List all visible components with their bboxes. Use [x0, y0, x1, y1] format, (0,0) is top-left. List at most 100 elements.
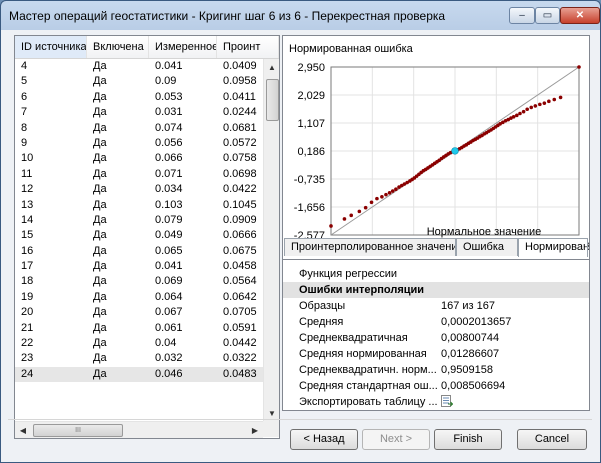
close-button[interactable]: ✕: [560, 7, 600, 24]
property-row-samples[interactable]: Образцы 167 из 167: [283, 298, 589, 314]
close-icon: ✕: [575, 10, 585, 21]
chart-tabs: Проинтерполированное значение Ошибка Нор…: [282, 238, 588, 257]
table-row[interactable]: 15 Да 0.049 0.0666: [15, 228, 263, 243]
tab-predicted[interactable]: Проинтерполированное значение: [284, 238, 456, 256]
table-cell: 0.041: [155, 60, 183, 72]
property-label: Среднеквадратичная: [299, 332, 408, 344]
export-table-icon[interactable]: [441, 395, 453, 408]
table-cell: 0.065: [155, 244, 183, 257]
property-label-export: Экспортировать таблицу ...: [299, 396, 438, 408]
table-row[interactable]: 9 Да 0.056 0.0572: [15, 136, 263, 151]
property-value: 0,008506694: [441, 380, 506, 392]
maximize-button[interactable]: ▭: [535, 7, 560, 24]
table-cell: 0.0698: [223, 167, 257, 180]
vertical-scrollbar[interactable]: ▲ ▼: [263, 59, 279, 421]
table-row[interactable]: 18 Да 0.069 0.0564: [15, 274, 263, 289]
scroll-up-icon[interactable]: ▲: [264, 59, 279, 75]
data-point: [369, 200, 374, 205]
table-cell: 0.031: [155, 106, 183, 119]
table-cell: 18: [21, 275, 34, 288]
table-cell: 15: [21, 229, 34, 242]
title-bar[interactable]: Мастер операций геостатистики - Кригинг …: [1, 1, 600, 30]
table-row[interactable]: 11 Да 0.071 0.0698: [15, 167, 263, 182]
table-row[interactable]: 7 Да 0.031 0.0244: [15, 105, 263, 120]
data-point: [521, 109, 526, 114]
table-cell: 0.074: [155, 121, 183, 134]
table-cell: 14: [21, 213, 34, 226]
table-row[interactable]: 4 Да 0.041 0.0409: [15, 59, 263, 74]
horizontal-scrollbar[interactable]: ◀ III ▶: [15, 421, 263, 438]
tab-normalized-error[interactable]: Нормированн: [518, 238, 588, 257]
table-row[interactable]: 23 Да 0.032 0.0322: [15, 351, 263, 366]
table-cell: Да: [93, 275, 107, 288]
property-value: 167 из 167: [441, 300, 496, 312]
horizontal-scroll-thumb[interactable]: III: [33, 424, 123, 437]
table-row[interactable]: 16 Да 0.065 0.0675: [15, 244, 263, 259]
data-point: [511, 115, 516, 119]
finish-button[interactable]: Finish: [434, 429, 502, 450]
table-row[interactable]: 24 Да 0.046 0.0483: [15, 366, 263, 383]
y-tick-label: -1,656: [294, 202, 325, 214]
scroll-right-icon[interactable]: ▶: [247, 422, 263, 438]
column-header-source-id[interactable]: ID источника: [15, 36, 87, 58]
property-row-avg-standard-error[interactable]: Средняя стандартная ош... 0,008506694: [283, 378, 589, 394]
tab-error[interactable]: Ошибка: [456, 238, 518, 256]
data-point: [558, 95, 563, 100]
table-cell: 0.0322: [223, 352, 257, 365]
property-row-mean[interactable]: Средняя 0,0002013657: [283, 314, 589, 330]
table-row[interactable]: 14 Да 0.079 0.0909: [15, 213, 263, 228]
property-value: 0,00800744: [441, 332, 500, 344]
column-header-measured[interactable]: Измеренное: [149, 36, 217, 58]
table-cell: Да: [93, 60, 107, 72]
table-cell: 0.0591: [223, 321, 257, 334]
table-cell: 0.046: [155, 367, 183, 380]
column-header-predicted[interactable]: Проинт: [217, 36, 279, 58]
table-cell: 0.0958: [223, 75, 257, 88]
table-row[interactable]: 6 Да 0.053 0.0411: [15, 90, 263, 105]
table-cell: 19: [21, 290, 34, 303]
property-row-export[interactable]: Экспортировать таблицу ...: [283, 394, 589, 410]
property-value: 0,0002013657: [441, 316, 512, 328]
cancel-button[interactable]: Cancel: [517, 429, 587, 450]
property-row-rms-standardized[interactable]: Среднеквадратичн. норм... 0,9509158: [283, 362, 589, 378]
next-button[interactable]: Next >: [362, 429, 430, 450]
table-cell: 0.034: [155, 183, 183, 196]
table-cell: 0.064: [155, 290, 183, 303]
table-row[interactable]: 22 Да 0.04 0.0442: [15, 336, 263, 351]
table-row[interactable]: 5 Да 0.09 0.0958: [15, 74, 263, 89]
table-cell: 13: [21, 198, 34, 211]
table-cell: 0.09: [155, 75, 177, 88]
back-button[interactable]: < Назад: [290, 429, 358, 450]
table-row[interactable]: 13 Да 0.103 0.1045: [15, 198, 263, 213]
table-cell: Да: [93, 244, 107, 257]
y-tick-label: 1,107: [297, 118, 325, 130]
property-row-rms[interactable]: Среднеквадратичная 0,00800744: [283, 330, 589, 346]
property-category-errors[interactable]: Ошибки интерполяции: [283, 282, 589, 298]
data-point: [380, 194, 384, 199]
table-cell: Да: [93, 152, 107, 165]
table-cell: 21: [21, 321, 34, 334]
property-label: Средняя стандартная ош...: [299, 380, 438, 392]
table-row[interactable]: 20 Да 0.067 0.0705: [15, 305, 263, 320]
property-row-regression[interactable]: Функция регрессии: [283, 266, 589, 282]
column-header-included[interactable]: Включена: [87, 36, 149, 58]
table-row[interactable]: 17 Да 0.041 0.0458: [15, 259, 263, 274]
table-cell: 12: [21, 183, 34, 196]
table-cell: Да: [93, 260, 107, 273]
vertical-scroll-thumb[interactable]: [266, 79, 279, 121]
table-row[interactable]: 8 Да 0.074 0.0681: [15, 121, 263, 136]
property-row-mean-standardized[interactable]: Средняя нормированная 0,01286607: [283, 346, 589, 362]
cross-validation-table: ID источника Включена Измеренное Проинт …: [14, 35, 280, 439]
table-cell: 0.061: [155, 321, 183, 334]
data-point: [533, 104, 538, 108]
minimize-button[interactable]: –: [509, 7, 535, 24]
table-row[interactable]: 10 Да 0.066 0.0758: [15, 151, 263, 166]
table-cell: 0.066: [155, 152, 183, 165]
table-row[interactable]: 21 Да 0.061 0.0591: [15, 321, 263, 336]
scroll-left-icon[interactable]: ◀: [15, 422, 31, 438]
table-row[interactable]: 19 Да 0.064 0.0642: [15, 290, 263, 305]
data-point: [394, 187, 398, 191]
table-row[interactable]: 12 Да 0.034 0.0422: [15, 182, 263, 197]
table-cell: Да: [93, 337, 107, 350]
table-cell: 10: [21, 152, 34, 165]
